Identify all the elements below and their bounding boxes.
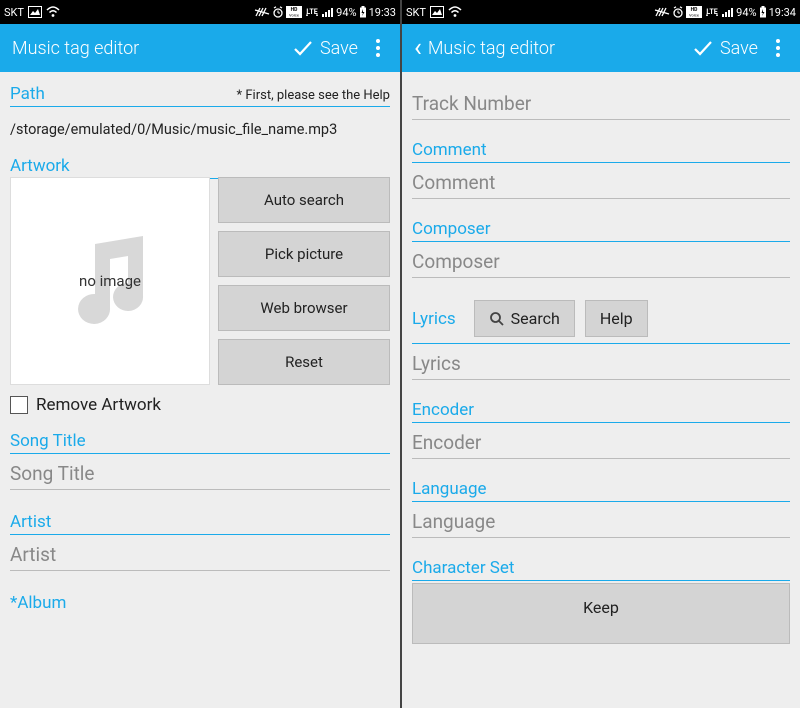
charset-label: Character Set xyxy=(412,538,790,581)
battery-label: 94% xyxy=(336,6,356,19)
carrier-label: SKT xyxy=(406,6,426,19)
appbar: ‹ Music tag editor Save xyxy=(402,24,800,72)
hd-voice-badge: HDVoice xyxy=(686,6,702,18)
song-title-label: Song Title xyxy=(10,425,390,454)
battery-label: 94% xyxy=(736,6,756,19)
pick-picture-button[interactable]: Pick picture xyxy=(218,231,390,277)
signal-icon xyxy=(722,6,734,18)
artwork-preview[interactable]: no image xyxy=(10,177,210,385)
lte-badge: LTE xyxy=(704,7,720,17)
lyrics-input[interactable]: Lyrics xyxy=(412,344,790,380)
encoder-label: Encoder xyxy=(412,380,790,423)
track-number-input[interactable]: Track Number xyxy=(412,84,790,120)
artwork-label: Artwork xyxy=(10,156,70,176)
remove-artwork-checkbox[interactable]: Remove Artwork xyxy=(10,385,390,423)
overflow-menu-button[interactable] xyxy=(764,36,792,60)
lyrics-label: Lyrics xyxy=(412,309,456,329)
picture-icon xyxy=(28,6,42,18)
vibrate-icon xyxy=(654,6,670,18)
wifi-icon xyxy=(46,6,60,18)
web-browser-button[interactable]: Web browser xyxy=(218,285,390,331)
appbar: Music tag editor Save xyxy=(0,24,400,72)
svg-text:Voice: Voice xyxy=(289,13,299,18)
clock-label: 19:33 xyxy=(369,6,396,19)
remove-artwork-label: Remove Artwork xyxy=(36,395,161,415)
svg-text:LTE: LTE xyxy=(707,8,718,16)
encoder-input[interactable]: Encoder xyxy=(412,423,790,459)
phone-screen-left: SKT HDVoice LTE 94% 19:33 Music tag edit… xyxy=(0,0,400,708)
content-right: Track Number Comment Comment Composer Co… xyxy=(402,72,800,708)
lyrics-help-button[interactable]: Help xyxy=(585,300,648,337)
artwork-section-header: Artwork xyxy=(10,150,390,179)
hd-voice-badge: HDVoice xyxy=(286,6,302,18)
back-button[interactable]: ‹ xyxy=(414,35,422,61)
song-title-input[interactable]: Song Title xyxy=(10,454,390,490)
comment-input[interactable]: Comment xyxy=(412,163,790,199)
path-label: Path xyxy=(10,84,45,104)
no-image-label: no image xyxy=(79,272,141,290)
lte-badge: LTE xyxy=(304,7,320,17)
search-icon xyxy=(489,311,505,327)
battery-icon xyxy=(759,6,767,18)
phone-screen-right: SKT HDVoice LTE 94% 19:34 ‹ Music tag ed… xyxy=(400,0,800,708)
svg-text:LTE: LTE xyxy=(307,8,318,16)
checkbox-icon xyxy=(10,396,28,414)
help-note: * First, please see the Help xyxy=(237,88,390,103)
comment-label: Comment xyxy=(412,120,790,163)
path-value: /storage/emulated/0/Music/music_file_nam… xyxy=(10,107,390,150)
statusbar: SKT HDVoice LTE 94% 19:33 xyxy=(0,0,400,24)
reset-button[interactable]: Reset xyxy=(218,339,390,385)
wifi-icon xyxy=(448,6,462,18)
appbar-title: Music tag editor xyxy=(12,38,292,59)
auto-search-button[interactable]: Auto search xyxy=(218,177,390,223)
artist-input[interactable]: Artist xyxy=(10,535,390,571)
battery-icon xyxy=(359,6,367,18)
clock-label: 19:34 xyxy=(769,6,796,19)
check-icon xyxy=(692,37,714,59)
save-button[interactable]: Save xyxy=(292,37,358,59)
search-button-label: Search xyxy=(511,309,560,328)
check-icon xyxy=(292,37,314,59)
charset-keep-button[interactable]: Keep xyxy=(412,583,790,644)
path-section-header: Path * First, please see the Help xyxy=(10,78,390,107)
composer-label: Composer xyxy=(412,199,790,242)
album-label: *Album xyxy=(10,573,390,615)
carrier-label: SKT xyxy=(4,6,24,19)
save-label: Save xyxy=(720,38,758,59)
artist-label: Artist xyxy=(10,492,390,535)
alarm-icon xyxy=(672,6,684,18)
picture-icon xyxy=(430,6,444,18)
alarm-icon xyxy=(272,6,284,18)
vibrate-icon xyxy=(254,6,270,18)
save-label: Save xyxy=(320,38,358,59)
language-input[interactable]: Language xyxy=(412,502,790,538)
overflow-menu-button[interactable] xyxy=(364,36,392,60)
statusbar: SKT HDVoice LTE 94% 19:34 xyxy=(402,0,800,24)
content-left: Path * First, please see the Help /stora… xyxy=(0,72,400,708)
save-button[interactable]: Save xyxy=(692,37,758,59)
language-label: Language xyxy=(412,459,790,502)
signal-icon xyxy=(322,6,334,18)
composer-input[interactable]: Composer xyxy=(412,242,790,278)
lyrics-search-button[interactable]: Search xyxy=(474,300,575,337)
appbar-title: Music tag editor xyxy=(428,38,692,59)
svg-text:Voice: Voice xyxy=(689,13,699,18)
